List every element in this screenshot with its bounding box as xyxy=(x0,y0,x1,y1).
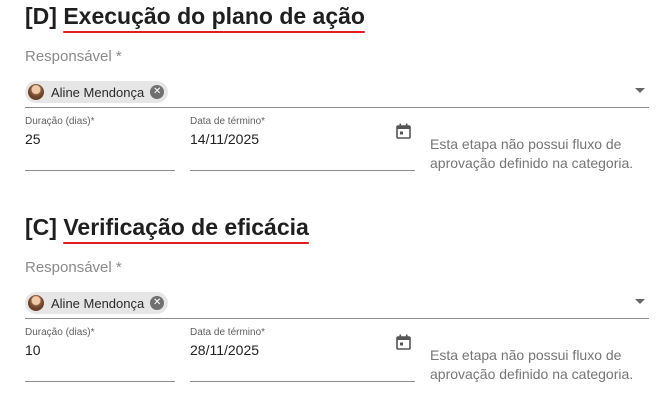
section-heading: [C] Verificação de eficácia xyxy=(25,213,309,244)
duration-underline xyxy=(25,170,175,171)
section-title: Execução do plano de ação xyxy=(63,3,365,33)
approval-flow-note: Esta etapa não possui fluxo de aprovação… xyxy=(430,136,634,171)
chevron-down-icon[interactable] xyxy=(635,299,645,304)
section-title: Verificação de eficácia xyxy=(63,214,309,244)
duration-label: Duração (dias)* xyxy=(25,327,95,338)
responsible-chip[interactable]: Aline Mendonça ✕ xyxy=(25,292,169,314)
end-date-underline xyxy=(190,170,415,171)
duration-underline xyxy=(25,381,175,382)
calendar-icon[interactable] xyxy=(396,334,411,350)
close-icon[interactable]: ✕ xyxy=(150,85,165,99)
chevron-down-icon[interactable] xyxy=(635,88,645,93)
chip-label: Aline Mendonça xyxy=(51,84,145,100)
step-section-execution: [D] Execução do plano de ação Responsáve… xyxy=(0,0,670,200)
duration-input[interactable]: 25 xyxy=(25,131,41,147)
end-date-label: Data de término* xyxy=(190,116,266,127)
avatar xyxy=(28,84,44,100)
section-tag: [D] xyxy=(25,3,57,29)
close-icon[interactable]: ✕ xyxy=(150,296,165,310)
end-date-label: Data de término* xyxy=(190,327,266,338)
end-date-input[interactable]: 28/11/2025 xyxy=(190,342,259,358)
duration-input[interactable]: 10 xyxy=(25,342,41,358)
step-section-verification: [C] Verificação de eficácia Responsável … xyxy=(0,211,670,411)
avatar xyxy=(28,295,44,311)
responsible-label: Responsável * xyxy=(25,259,122,276)
responsible-select[interactable]: Aline Mendonça ✕ xyxy=(25,288,649,319)
duration-label: Duração (dias)* xyxy=(25,116,95,127)
section-heading: [D] Execução do plano de ação xyxy=(25,2,365,33)
responsible-select[interactable]: Aline Mendonça ✕ xyxy=(25,77,649,108)
responsible-chip[interactable]: Aline Mendonça ✕ xyxy=(25,81,169,103)
end-date-input[interactable]: 14/11/2025 xyxy=(190,131,259,147)
approval-flow-note: Esta etapa não possui fluxo de aprovação… xyxy=(430,347,634,382)
end-date-underline xyxy=(190,381,415,382)
section-tag: [C] xyxy=(25,214,57,240)
responsible-label: Responsável * xyxy=(25,48,122,65)
chip-label: Aline Mendonça xyxy=(51,295,145,311)
calendar-icon[interactable] xyxy=(396,123,411,139)
